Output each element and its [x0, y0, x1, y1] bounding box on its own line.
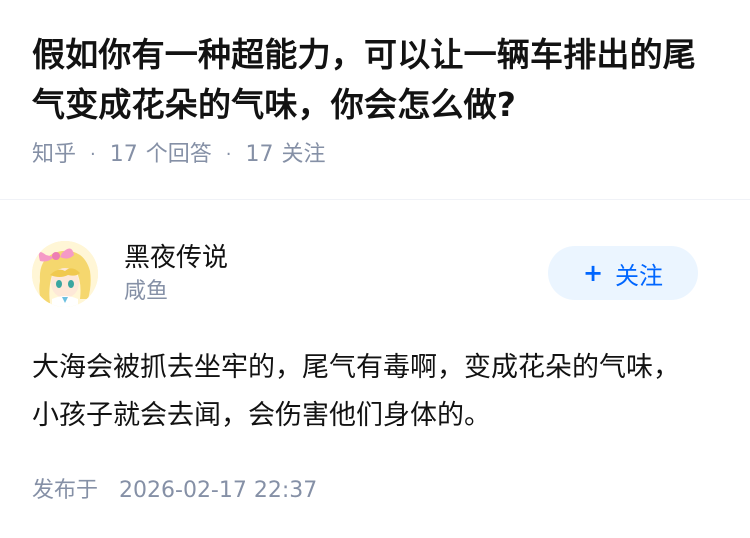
avatar[interactable]: [32, 241, 98, 307]
question-meta: 知乎 · 17 个回答 · 17 关注: [32, 140, 718, 170]
follower-count-label[interactable]: 关注: [282, 140, 326, 170]
publish-time: 2026-02-17 22:37: [119, 478, 318, 503]
question-header: 假如你有一种超能力，可以让一辆车排出的尾气变成花朵的气味，你会怎么做? 知乎 ·…: [0, 0, 750, 200]
zhihu-answer-page: 假如你有一种超能力，可以让一辆车排出的尾气变成花朵的气味，你会怎么做? 知乎 ·…: [0, 0, 750, 538]
publish-label: 发布于: [32, 478, 99, 503]
answer-content[interactable]: 大海会被抓去坐牢的，尾气有毒啊，变成花朵的气味，小孩子就会去闻，会伤害他们身体的…: [32, 344, 718, 440]
source-label[interactable]: 知乎: [32, 140, 76, 170]
answer-card: 黑夜传说 咸鱼 + 关注 大海会被抓去坐牢的，尾气有毒啊，变成花朵的气味，小孩子…: [0, 200, 750, 506]
meta-separator: ·: [90, 144, 96, 165]
author-headline: 咸鱼: [124, 279, 169, 304]
answer-count: 17: [109, 142, 138, 167]
follow-button[interactable]: + 关注: [548, 246, 698, 300]
plus-icon: +: [582, 259, 604, 287]
follow-button-label: 关注: [615, 261, 664, 290]
question-title[interactable]: 假如你有一种超能力，可以让一辆车排出的尾气变成花朵的气味，你会怎么做?: [32, 30, 718, 130]
author-name[interactable]: 黑夜传说: [124, 240, 228, 276]
author-row: 黑夜传说 咸鱼 + 关注: [32, 238, 718, 310]
author-info: 黑夜传说 咸鱼: [124, 240, 228, 308]
publish-info: 发布于 2026-02-17 22:37: [32, 476, 718, 506]
follower-count: 17: [245, 142, 274, 167]
meta-separator: ·: [225, 144, 232, 165]
anime-girl-avatar-icon: [32, 241, 98, 307]
answer-count-label[interactable]: 个回答: [146, 140, 212, 170]
